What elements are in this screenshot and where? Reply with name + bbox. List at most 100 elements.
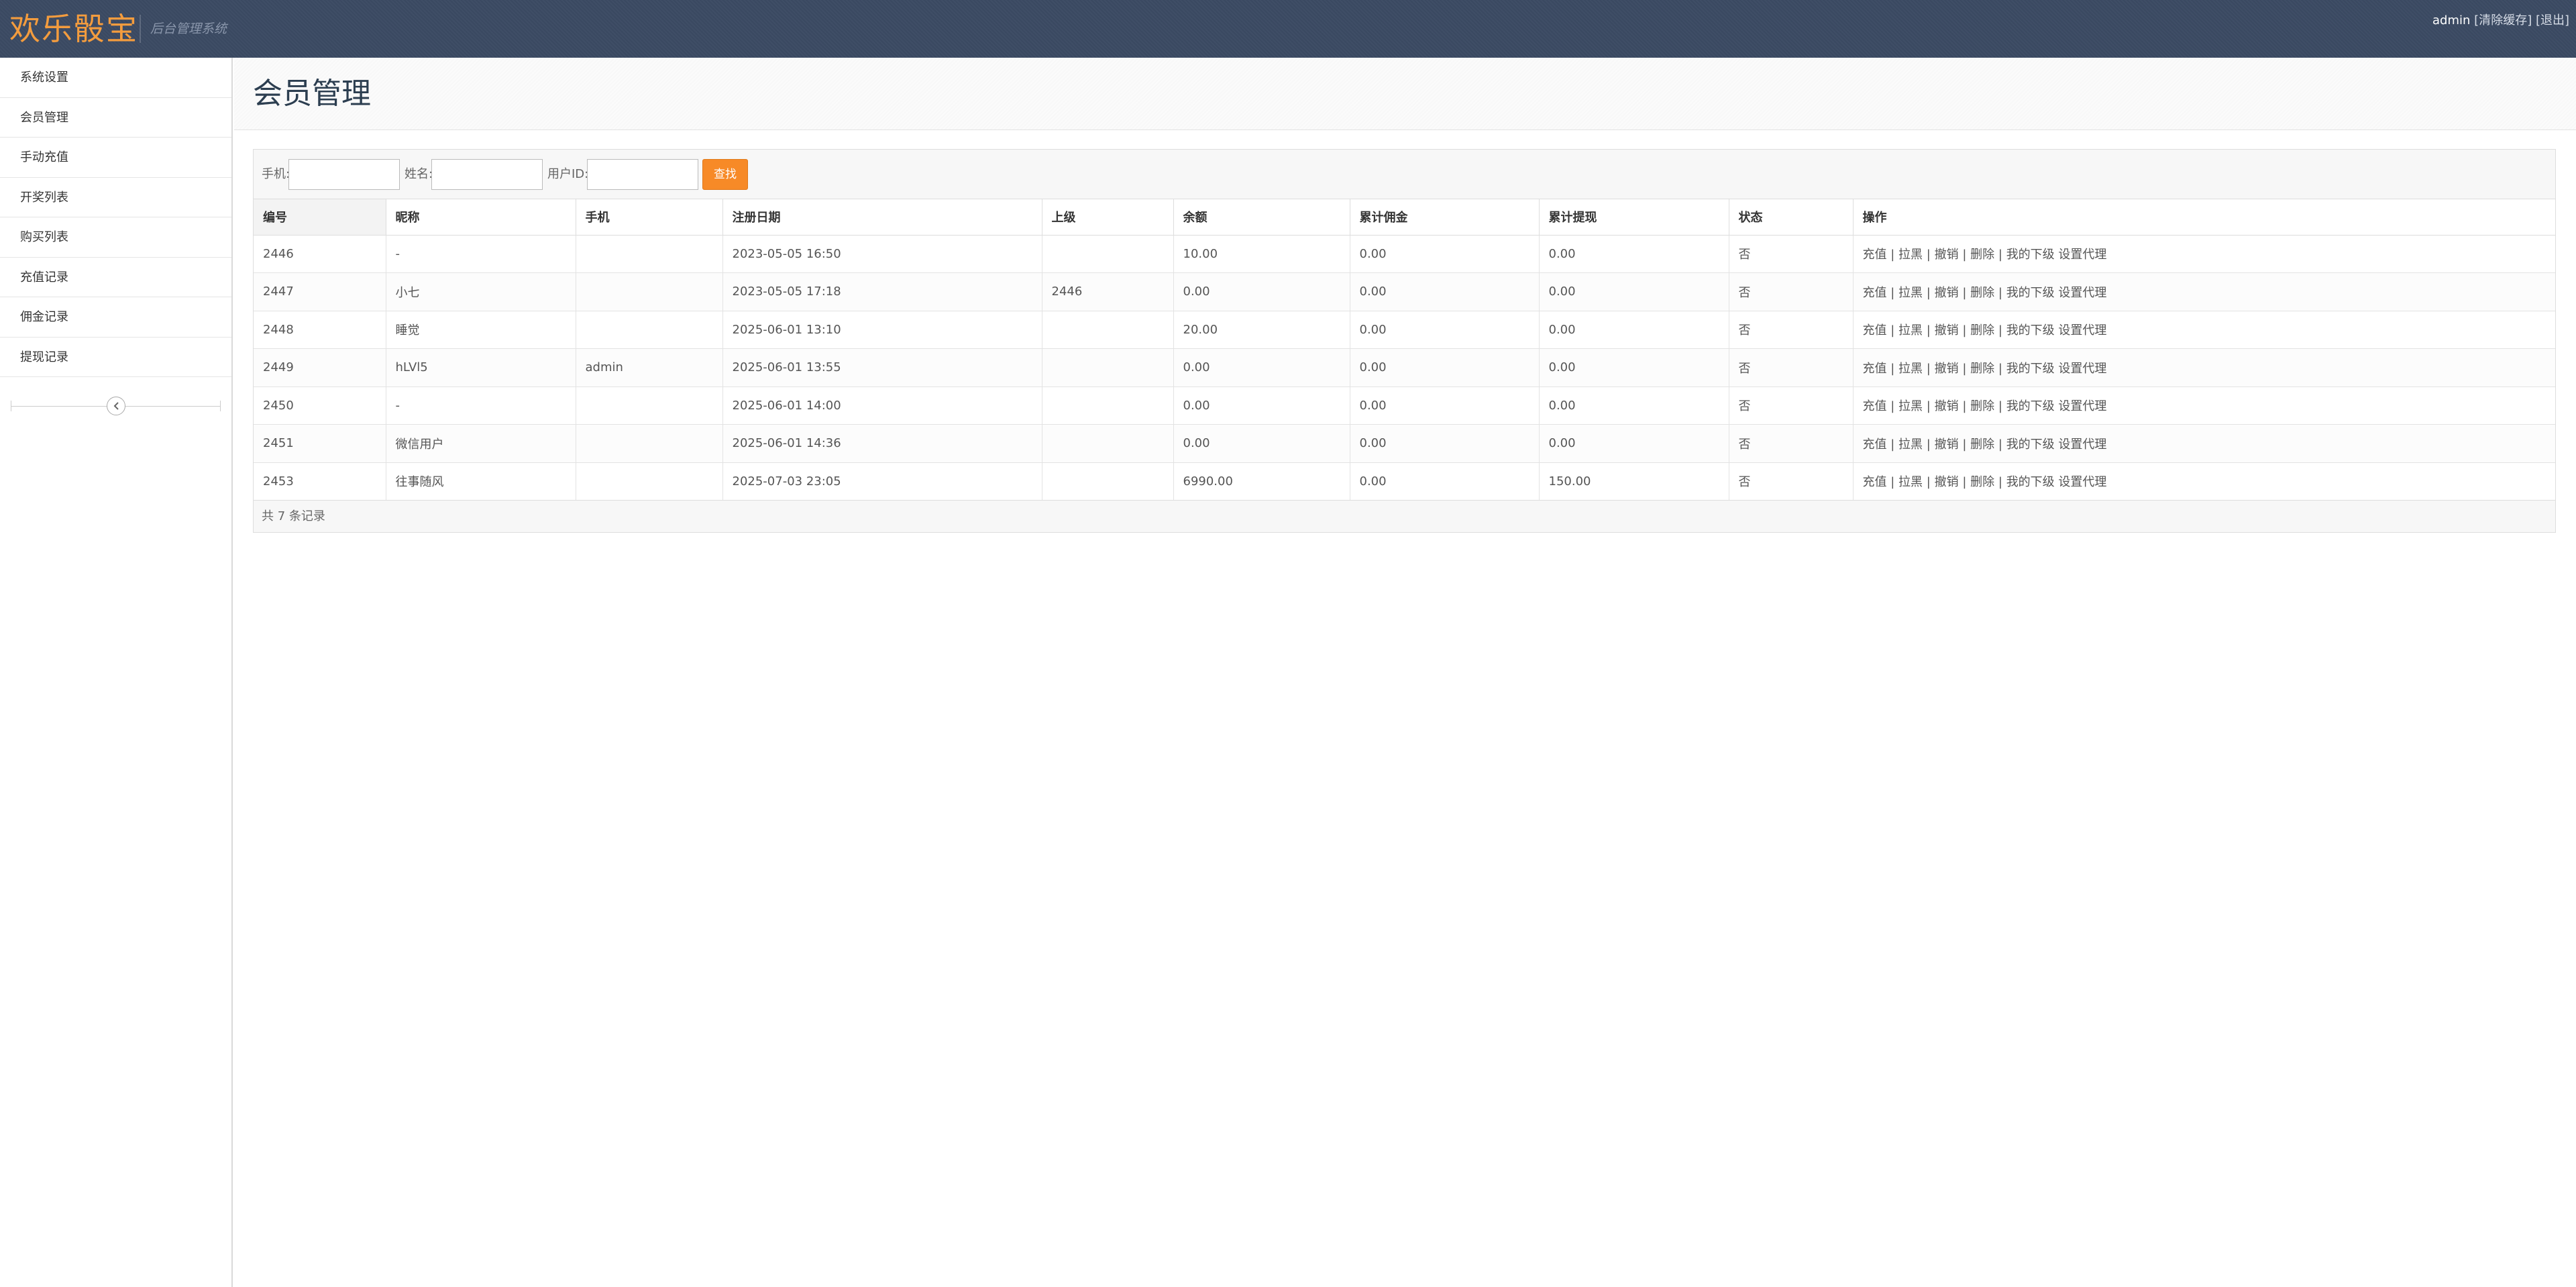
sidebar-collapse-button[interactable] (107, 397, 125, 415)
set-agent-link[interactable]: 设置代理 (2058, 399, 2106, 413)
table-cell: 0.00 (1539, 424, 1729, 463)
search-button[interactable]: 查找 (702, 159, 748, 190)
set-agent-link[interactable]: 设置代理 (2058, 475, 2106, 489)
sidebar-item[interactable]: 充值记录 (0, 258, 231, 297)
phone-input[interactable] (288, 159, 400, 190)
sidebar-item[interactable]: 佣金记录 (0, 297, 231, 338)
action-separator: | (1998, 437, 2002, 452)
subordinates-link[interactable]: 我的下级 (2006, 323, 2055, 338)
blacklist-link[interactable]: 拉黑 (1898, 286, 1923, 300)
sidebar-item[interactable]: 开奖列表 (0, 178, 231, 217)
table-cell: 0.00 (1173, 348, 1350, 387)
set-agent-link[interactable]: 设置代理 (2058, 437, 2106, 452)
recharge-link[interactable]: 充值 (1863, 286, 1887, 300)
table-cell: 2448 (254, 311, 386, 349)
row-actions: 充值 | 拉黑 | 撤销 | 删除 | 我的下级 设置代理 (1853, 424, 2555, 463)
delete-link[interactable]: 删除 (1970, 437, 1994, 452)
name-label: 姓名: (405, 167, 433, 181)
table-row: 2450-2025-06-01 14:00 0.00 0.00 0.00 否充值 | 拉… (254, 387, 2555, 425)
table-row: 2451 微信用户 2025-06-01 14:36 0.00 0.00 0.00 否充值 … (254, 424, 2555, 463)
revoke-link[interactable]: 撤销 (1935, 475, 1959, 489)
sidebar-item[interactable]: 提现记录 (0, 338, 231, 377)
sidebar-item[interactable]: 手动充值 (0, 138, 231, 178)
recharge-link[interactable]: 充值 (1863, 248, 1887, 262)
revoke-link[interactable]: 撤销 (1935, 399, 1959, 413)
column-header[interactable]: 状态 (1729, 199, 1854, 236)
table-cell: 否 (1729, 311, 1854, 349)
table-cell: 0.00 (1350, 348, 1540, 387)
row-actions: 充值 | 拉黑 | 撤销 | 删除 | 我的下级 设置代理 (1853, 235, 2555, 273)
blacklist-link[interactable]: 拉黑 (1898, 323, 1923, 338)
subordinates-link[interactable]: 我的下级 (2006, 475, 2055, 489)
action-separator: | (1890, 248, 1895, 262)
column-header[interactable]: 注册日期 (722, 199, 1042, 236)
action-separator: | (1962, 361, 1967, 376)
delete-link[interactable]: 删除 (1970, 362, 1994, 376)
table-body: 2446-2023-05-05 16:50 10.00 0.00 0.00 否充值 | … (254, 235, 2555, 501)
action-separator: | (1962, 323, 1967, 338)
name-input[interactable] (431, 159, 543, 190)
table-cell: 否 (1729, 424, 1854, 463)
table-row: 2453 往事随风 2025-07-03 23:05 6990.00 0.00 150.0… (254, 462, 2555, 501)
table-cell: 否 (1729, 272, 1854, 311)
sidebar-item[interactable]: 会员管理 (0, 98, 231, 138)
username: admin (2432, 13, 2471, 28)
set-agent-link[interactable]: 设置代理 (2058, 248, 2106, 262)
recharge-link[interactable]: 充值 (1863, 475, 1887, 489)
recharge-link[interactable]: 充值 (1863, 362, 1887, 376)
action-separator: | (1962, 248, 1967, 262)
subordinates-link[interactable]: 我的下级 (2006, 437, 2055, 452)
user-bar: admin [清除缓存] [退出] (2432, 13, 2569, 29)
sidebar-item[interactable]: 系统设置 (0, 58, 231, 98)
clear-cache-link[interactable]: [清除缓存] (2474, 13, 2532, 28)
subordinates-link[interactable]: 我的下级 (2006, 362, 2055, 376)
table-cell: 2025-06-01 13:55 (722, 348, 1042, 387)
subordinates-link[interactable]: 我的下级 (2006, 286, 2055, 300)
delete-link[interactable]: 删除 (1970, 248, 1994, 262)
blacklist-link[interactable]: 拉黑 (1898, 248, 1923, 262)
user-id-input[interactable] (587, 159, 698, 190)
subordinates-link[interactable]: 我的下级 (2006, 399, 2055, 413)
table-cell: admin (576, 348, 723, 387)
revoke-link[interactable]: 撤销 (1935, 248, 1959, 262)
recharge-link[interactable]: 充值 (1863, 323, 1887, 338)
delete-link[interactable]: 删除 (1970, 475, 1994, 489)
set-agent-link[interactable]: 设置代理 (2058, 362, 2106, 376)
column-header[interactable]: 上级 (1042, 199, 1174, 236)
column-header[interactable]: 手机 (576, 199, 723, 236)
blacklist-link[interactable]: 拉黑 (1898, 399, 1923, 413)
revoke-link[interactable]: 撤销 (1935, 362, 1959, 376)
set-agent-link[interactable]: 设置代理 (2058, 286, 2106, 300)
delete-link[interactable]: 删除 (1970, 323, 1994, 338)
column-header[interactable]: 操作 (1853, 199, 2555, 236)
action-separator: | (1926, 437, 1931, 452)
column-header[interactable]: 累计佣金 (1350, 199, 1540, 236)
brand-divider (140, 15, 141, 43)
set-agent-link[interactable]: 设置代理 (2058, 323, 2106, 338)
column-header[interactable]: 编号 (254, 199, 386, 236)
recharge-link[interactable]: 充值 (1863, 437, 1887, 452)
brand-logo-text[interactable]: 欢乐骰宝 (9, 9, 138, 48)
column-header[interactable]: 累计提现 (1539, 199, 1729, 236)
subordinates-link[interactable]: 我的下级 (2006, 248, 2055, 262)
blacklist-link[interactable]: 拉黑 (1898, 362, 1923, 376)
column-header[interactable]: 余额 (1173, 199, 1350, 236)
table-cell (576, 235, 723, 273)
table-row: 2447 小七 2023-05-05 17:18 2446 0.00 0.00 0.00 否充… (254, 272, 2555, 311)
table-cell: 否 (1729, 387, 1854, 425)
blacklist-link[interactable]: 拉黑 (1898, 437, 1923, 452)
delete-link[interactable]: 删除 (1970, 399, 1994, 413)
action-separator: | (1998, 399, 2002, 414)
revoke-link[interactable]: 撤销 (1935, 323, 1959, 338)
table-cell (576, 311, 723, 349)
delete-link[interactable]: 删除 (1970, 286, 1994, 300)
logout-link[interactable]: [退出] (2536, 13, 2569, 28)
blacklist-link[interactable]: 拉黑 (1898, 475, 1923, 489)
action-separator: | (1998, 285, 2002, 300)
recharge-link[interactable]: 充值 (1863, 399, 1887, 413)
action-separator: | (1890, 323, 1895, 338)
column-header[interactable]: 昵称 (386, 199, 576, 236)
sidebar-item[interactable]: 购买列表 (0, 217, 231, 258)
revoke-link[interactable]: 撤销 (1935, 437, 1959, 452)
revoke-link[interactable]: 撤销 (1935, 286, 1959, 300)
